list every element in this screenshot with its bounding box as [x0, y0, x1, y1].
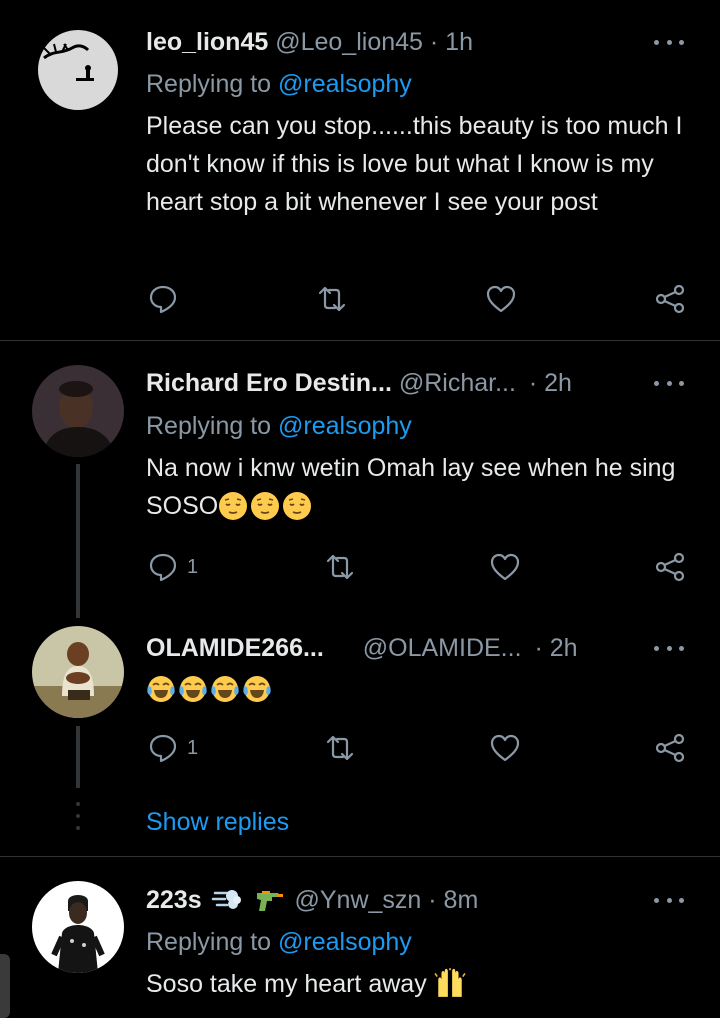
replying-to-link[interactable]: @realsophy — [278, 412, 412, 440]
display-name[interactable]: 223s — [146, 886, 202, 914]
heart-icon — [490, 553, 520, 581]
tweet-header: leo_lion45 @Leo_lion45 · 1h — [146, 24, 720, 60]
more-options-icon[interactable] — [654, 365, 684, 401]
like-button[interactable] — [489, 728, 521, 768]
handle[interactable]: @Richar... — [399, 369, 516, 397]
like-button[interactable] — [485, 279, 517, 319]
tweet-4[interactable]: 223s @Ynw_szn · 8m Replying to @realsoph… — [0, 857, 720, 1018]
avatar[interactable] — [32, 626, 124, 718]
person-avatar — [32, 881, 124, 973]
tears-of-joy-icon — [147, 676, 175, 702]
relieved-face-icon — [283, 492, 312, 520]
timestamp[interactable]: · 8m — [428, 886, 478, 914]
retweet-icon — [326, 554, 354, 580]
tweet-text-content: Soso take my heart away — [146, 970, 427, 998]
tweet-3[interactable]: OLAMIDE266... @OLAMIDE... · 2h 1 — [0, 622, 720, 802]
tweet-actions: 1 — [0, 728, 720, 768]
handle[interactable]: @Leo_lion45 — [275, 28, 423, 56]
timestamp[interactable]: · 2h — [534, 634, 577, 662]
reply-button[interactable]: 1 — [147, 728, 198, 768]
person-avatar — [32, 365, 124, 457]
tears-of-joy-icon — [179, 676, 207, 702]
tweet-header: Richard Ero Destin... @Richar... · 2h — [146, 365, 720, 401]
avatar[interactable] — [32, 24, 124, 116]
heart-icon — [486, 285, 516, 313]
scrollbar[interactable] — [0, 954, 10, 1018]
heart-icon — [490, 734, 520, 762]
handle[interactable]: @OLAMIDE... — [363, 634, 522, 662]
replying-to: Replying to @realsophy — [146, 409, 412, 443]
tears-of-joy-icon — [243, 676, 271, 702]
tweet-text — [146, 670, 686, 708]
tweet-actions — [0, 279, 720, 319]
reply-count: 1 — [187, 555, 199, 578]
tears-of-joy-icons — [146, 675, 274, 703]
tweet-1[interactable]: leo_lion45 @Leo_lion45 · 1h Replying to … — [0, 0, 720, 340]
tweet-2[interactable]: Richard Ero Destin... @Richar... · 2h Re… — [0, 341, 720, 621]
share-button[interactable] — [654, 279, 686, 319]
tweet-text: Soso take my heart away — [146, 965, 686, 1003]
reply-count: 1 — [187, 736, 199, 759]
relieved-face-icon — [251, 492, 280, 520]
timestamp[interactable]: · 1h — [430, 28, 473, 56]
reply-icon — [149, 734, 177, 763]
like-button[interactable] — [489, 547, 521, 587]
display-name[interactable]: OLAMIDE266... — [146, 634, 324, 662]
display-name[interactable]: Richard Ero Destin... — [146, 369, 392, 397]
reply-button[interactable]: 1 — [147, 547, 198, 587]
reply-icon — [149, 553, 177, 582]
retweet-button[interactable] — [324, 728, 356, 768]
child-avatar — [32, 626, 124, 718]
retweet-icon — [318, 286, 346, 312]
relieved-face-icons — [218, 492, 314, 520]
relieved-face-icon — [219, 492, 248, 520]
share-button[interactable] — [654, 728, 686, 768]
more-options-icon[interactable] — [654, 882, 684, 918]
show-replies-link[interactable]: Show replies — [146, 804, 289, 840]
replying-to: Replying to @realsophy — [146, 925, 412, 959]
thread-dots — [76, 802, 80, 838]
replying-label: Replying to — [146, 928, 279, 956]
tears-of-joy-icon — [211, 676, 239, 702]
timestamp[interactable]: · 2h — [529, 369, 572, 397]
avatar[interactable] — [32, 881, 124, 973]
replying-label: Replying to — [146, 412, 279, 440]
tweet-header: 223s @Ynw_szn · 8m — [146, 882, 720, 918]
replying-to-link[interactable]: @realsophy — [278, 928, 412, 956]
reply-button[interactable] — [147, 279, 179, 319]
more-options-icon[interactable] — [654, 24, 684, 60]
tweet-text: Na now i knw wetin Omah lay see when he … — [146, 449, 686, 525]
tweet-text: Please can you stop......this beauty is … — [146, 112, 683, 216]
share-button[interactable] — [654, 547, 686, 587]
dash-icon — [211, 890, 241, 909]
more-options-icon[interactable] — [654, 630, 684, 666]
display-name[interactable]: leo_lion45 — [146, 28, 268, 56]
tweet-actions: 1 — [0, 547, 720, 587]
avatar[interactable] — [32, 365, 124, 457]
replying-to-link[interactable]: @realsophy — [278, 70, 412, 98]
replying-label: Replying to — [146, 70, 279, 98]
water-pistol-icon — [256, 891, 283, 911]
retweet-button[interactable] — [324, 547, 356, 587]
tweet-header: OLAMIDE266... @OLAMIDE... · 2h — [146, 630, 720, 666]
share-icon — [655, 552, 685, 582]
raised-hands-icon — [434, 968, 466, 997]
share-icon — [655, 284, 685, 314]
retweet-button[interactable] — [316, 279, 348, 319]
handle[interactable]: @Ynw_szn — [294, 886, 421, 914]
retweet-icon — [326, 735, 354, 761]
reply-icon — [149, 285, 177, 314]
share-icon — [655, 733, 685, 763]
replying-to: Replying to @realsophy — [146, 67, 412, 101]
moon-silhouette-avatar — [32, 24, 124, 116]
